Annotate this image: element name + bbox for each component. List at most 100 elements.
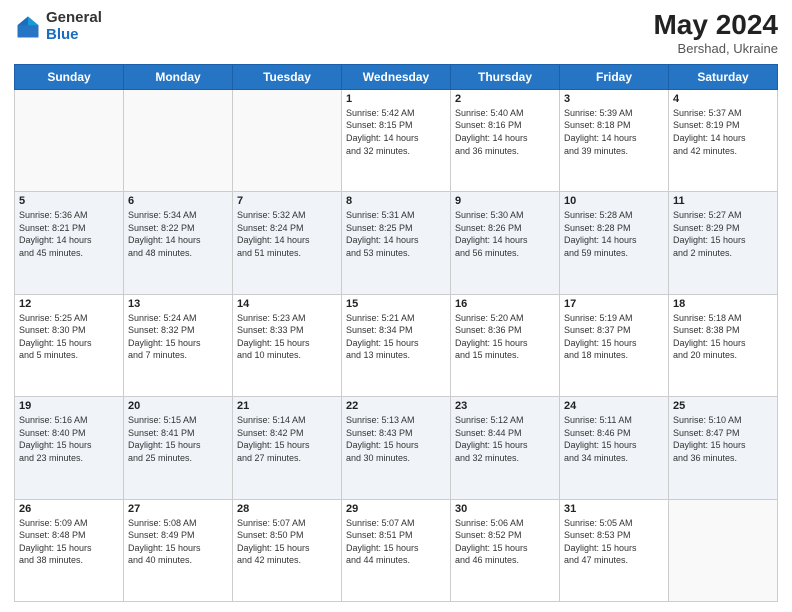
location: Bershad, Ukraine (653, 41, 778, 56)
calendar-cell: 20 Sunrise: 5:15 AM Sunset: 8:41 PM Dayli… (124, 397, 233, 499)
calendar-cell: 30 Sunrise: 5:06 AM Sunset: 8:52 PM Dayli… (451, 499, 560, 601)
logo-general-text: General (46, 10, 102, 27)
col-sunday: Sunday (15, 64, 124, 89)
day-number: 24 (564, 400, 664, 412)
calendar-cell: 23 Sunrise: 5:12 AM Sunset: 8:44 PM Dayli… (451, 397, 560, 499)
day-number: 18 (673, 298, 773, 310)
day-number: 28 (237, 503, 337, 515)
day-number: 27 (128, 503, 228, 515)
day-info: Sunrise: 5:42 AM Sunset: 8:15 PM Dayligh… (346, 107, 446, 157)
day-number: 17 (564, 298, 664, 310)
day-info: Sunrise: 5:24 AM Sunset: 8:32 PM Dayligh… (128, 312, 228, 362)
calendar-cell: 4Sunrise: 5:37 AM Sunset: 8:19 PM Daylig… (669, 89, 778, 191)
day-number: 5 (19, 195, 119, 207)
day-number: 21 (237, 400, 337, 412)
calendar-cell: 13 Sunrise: 5:24 AM Sunset: 8:32 PM Dayli… (124, 294, 233, 396)
day-info: Sunrise: 5:18 AM Sunset: 8:38 PM Dayligh… (673, 312, 773, 362)
calendar-cell: 2 Sunrise: 5:40 AM Sunset: 8:16 PM Daylig… (451, 89, 560, 191)
day-info: Sunrise: 5:15 AM Sunset: 8:41 PM Dayligh… (128, 414, 228, 464)
calendar-cell: 14Sunrise: 5:23 AM Sunset: 8:33 PM Dayli… (233, 294, 342, 396)
day-info: Sunrise: 5:36 AM Sunset: 8:21 PM Dayligh… (19, 209, 119, 259)
day-info: Sunrise: 5:27 AM Sunset: 8:29 PM Dayligh… (673, 209, 773, 259)
day-info: Sunrise: 5:09 AM Sunset: 8:48 PM Dayligh… (19, 517, 119, 567)
calendar-cell (15, 89, 124, 191)
day-info: Sunrise: 5:21 AM Sunset: 8:34 PM Dayligh… (346, 312, 446, 362)
day-number: 11 (673, 195, 773, 207)
col-saturday: Saturday (669, 64, 778, 89)
calendar-cell: 24Sunrise: 5:11 AM Sunset: 8:46 PM Dayli… (560, 397, 669, 499)
calendar-cell: 1 Sunrise: 5:42 AM Sunset: 8:15 PM Daylig… (342, 89, 451, 191)
calendar-cell (233, 89, 342, 191)
day-number: 4 (673, 93, 773, 105)
calendar-cell: 16Sunrise: 5:20 AM Sunset: 8:36 PM Dayli… (451, 294, 560, 396)
day-number: 15 (346, 298, 446, 310)
day-info: Sunrise: 5:34 AM Sunset: 8:22 PM Dayligh… (128, 209, 228, 259)
day-number: 1 (346, 93, 446, 105)
day-info: Sunrise: 5:30 AM Sunset: 8:26 PM Dayligh… (455, 209, 555, 259)
day-number: 19 (19, 400, 119, 412)
col-monday: Monday (124, 64, 233, 89)
day-number: 31 (564, 503, 664, 515)
calendar-cell: 8Sunrise: 5:31 AM Sunset: 8:25 PM Daylig… (342, 192, 451, 294)
page: General Blue May 2024 Bershad, Ukraine S… (0, 0, 792, 612)
calendar-week-row: 12Sunrise: 5:25 AM Sunset: 8:30 PM Dayli… (15, 294, 778, 396)
calendar-cell: 28Sunrise: 5:07 AM Sunset: 8:50 PM Dayli… (233, 499, 342, 601)
day-info: Sunrise: 5:39 AM Sunset: 8:18 PM Dayligh… (564, 107, 664, 157)
calendar-cell: 12Sunrise: 5:25 AM Sunset: 8:30 PM Dayli… (15, 294, 124, 396)
day-number: 6 (128, 195, 228, 207)
calendar-cell: 6 Sunrise: 5:34 AM Sunset: 8:22 PM Daylig… (124, 192, 233, 294)
day-info: Sunrise: 5:06 AM Sunset: 8:52 PM Dayligh… (455, 517, 555, 567)
weekday-header-row: Sunday Monday Tuesday Wednesday Thursday… (15, 64, 778, 89)
day-info: Sunrise: 5:19 AM Sunset: 8:37 PM Dayligh… (564, 312, 664, 362)
logo-icon (14, 13, 42, 41)
calendar-cell: 31 Sunrise: 5:05 AM Sunset: 8:53 PM Dayli… (560, 499, 669, 601)
day-number: 10 (564, 195, 664, 207)
calendar-cell: 15 Sunrise: 5:21 AM Sunset: 8:34 PM Dayli… (342, 294, 451, 396)
day-number: 13 (128, 298, 228, 310)
calendar-cell: 18 Sunrise: 5:18 AM Sunset: 8:38 PM Dayli… (669, 294, 778, 396)
day-number: 9 (455, 195, 555, 207)
day-info: Sunrise: 5:20 AM Sunset: 8:36 PM Dayligh… (455, 312, 555, 362)
calendar-cell: 10Sunrise: 5:28 AM Sunset: 8:28 PM Dayli… (560, 192, 669, 294)
day-number: 30 (455, 503, 555, 515)
logo-blue-text: Blue (46, 27, 102, 44)
day-info: Sunrise: 5:23 AM Sunset: 8:33 PM Dayligh… (237, 312, 337, 362)
day-info: Sunrise: 5:07 AM Sunset: 8:51 PM Dayligh… (346, 517, 446, 567)
calendar-cell: 26 Sunrise: 5:09 AM Sunset: 8:48 PM Dayli… (15, 499, 124, 601)
day-info: Sunrise: 5:14 AM Sunset: 8:42 PM Dayligh… (237, 414, 337, 464)
header: General Blue May 2024 Bershad, Ukraine (14, 10, 778, 56)
calendar-cell: 7Sunrise: 5:32 AM Sunset: 8:24 PM Daylig… (233, 192, 342, 294)
logo: General Blue (14, 10, 102, 43)
month-year: May 2024 (653, 10, 778, 41)
day-info: Sunrise: 5:12 AM Sunset: 8:44 PM Dayligh… (455, 414, 555, 464)
day-info: Sunrise: 5:08 AM Sunset: 8:49 PM Dayligh… (128, 517, 228, 567)
logo-text: General Blue (46, 10, 102, 43)
day-number: 3 (564, 93, 664, 105)
col-wednesday: Wednesday (342, 64, 451, 89)
day-number: 22 (346, 400, 446, 412)
calendar-cell: 21 Sunrise: 5:14 AM Sunset: 8:42 PM Dayli… (233, 397, 342, 499)
day-info: Sunrise: 5:40 AM Sunset: 8:16 PM Dayligh… (455, 107, 555, 157)
title-block: May 2024 Bershad, Ukraine (653, 10, 778, 56)
day-info: Sunrise: 5:25 AM Sunset: 8:30 PM Dayligh… (19, 312, 119, 362)
calendar-cell (124, 89, 233, 191)
day-info: Sunrise: 5:05 AM Sunset: 8:53 PM Dayligh… (564, 517, 664, 567)
day-number: 26 (19, 503, 119, 515)
calendar-cell (669, 499, 778, 601)
day-info: Sunrise: 5:32 AM Sunset: 8:24 PM Dayligh… (237, 209, 337, 259)
day-number: 29 (346, 503, 446, 515)
day-number: 20 (128, 400, 228, 412)
day-number: 23 (455, 400, 555, 412)
calendar-cell: 25Sunrise: 5:10 AM Sunset: 8:47 PM Dayli… (669, 397, 778, 499)
calendar-cell: 29 Sunrise: 5:07 AM Sunset: 8:51 PM Dayli… (342, 499, 451, 601)
calendar-week-row: 19Sunrise: 5:16 AM Sunset: 8:40 PM Dayli… (15, 397, 778, 499)
calendar-cell: 9 Sunrise: 5:30 AM Sunset: 8:26 PM Daylig… (451, 192, 560, 294)
calendar-cell: 22Sunrise: 5:13 AM Sunset: 8:43 PM Dayli… (342, 397, 451, 499)
col-friday: Friday (560, 64, 669, 89)
calendar-week-row: 26 Sunrise: 5:09 AM Sunset: 8:48 PM Dayli… (15, 499, 778, 601)
calendar-cell: 11 Sunrise: 5:27 AM Sunset: 8:29 PM Dayli… (669, 192, 778, 294)
calendar-week-row: 1 Sunrise: 5:42 AM Sunset: 8:15 PM Daylig… (15, 89, 778, 191)
col-thursday: Thursday (451, 64, 560, 89)
day-number: 2 (455, 93, 555, 105)
calendar-cell: 3 Sunrise: 5:39 AM Sunset: 8:18 PM Daylig… (560, 89, 669, 191)
